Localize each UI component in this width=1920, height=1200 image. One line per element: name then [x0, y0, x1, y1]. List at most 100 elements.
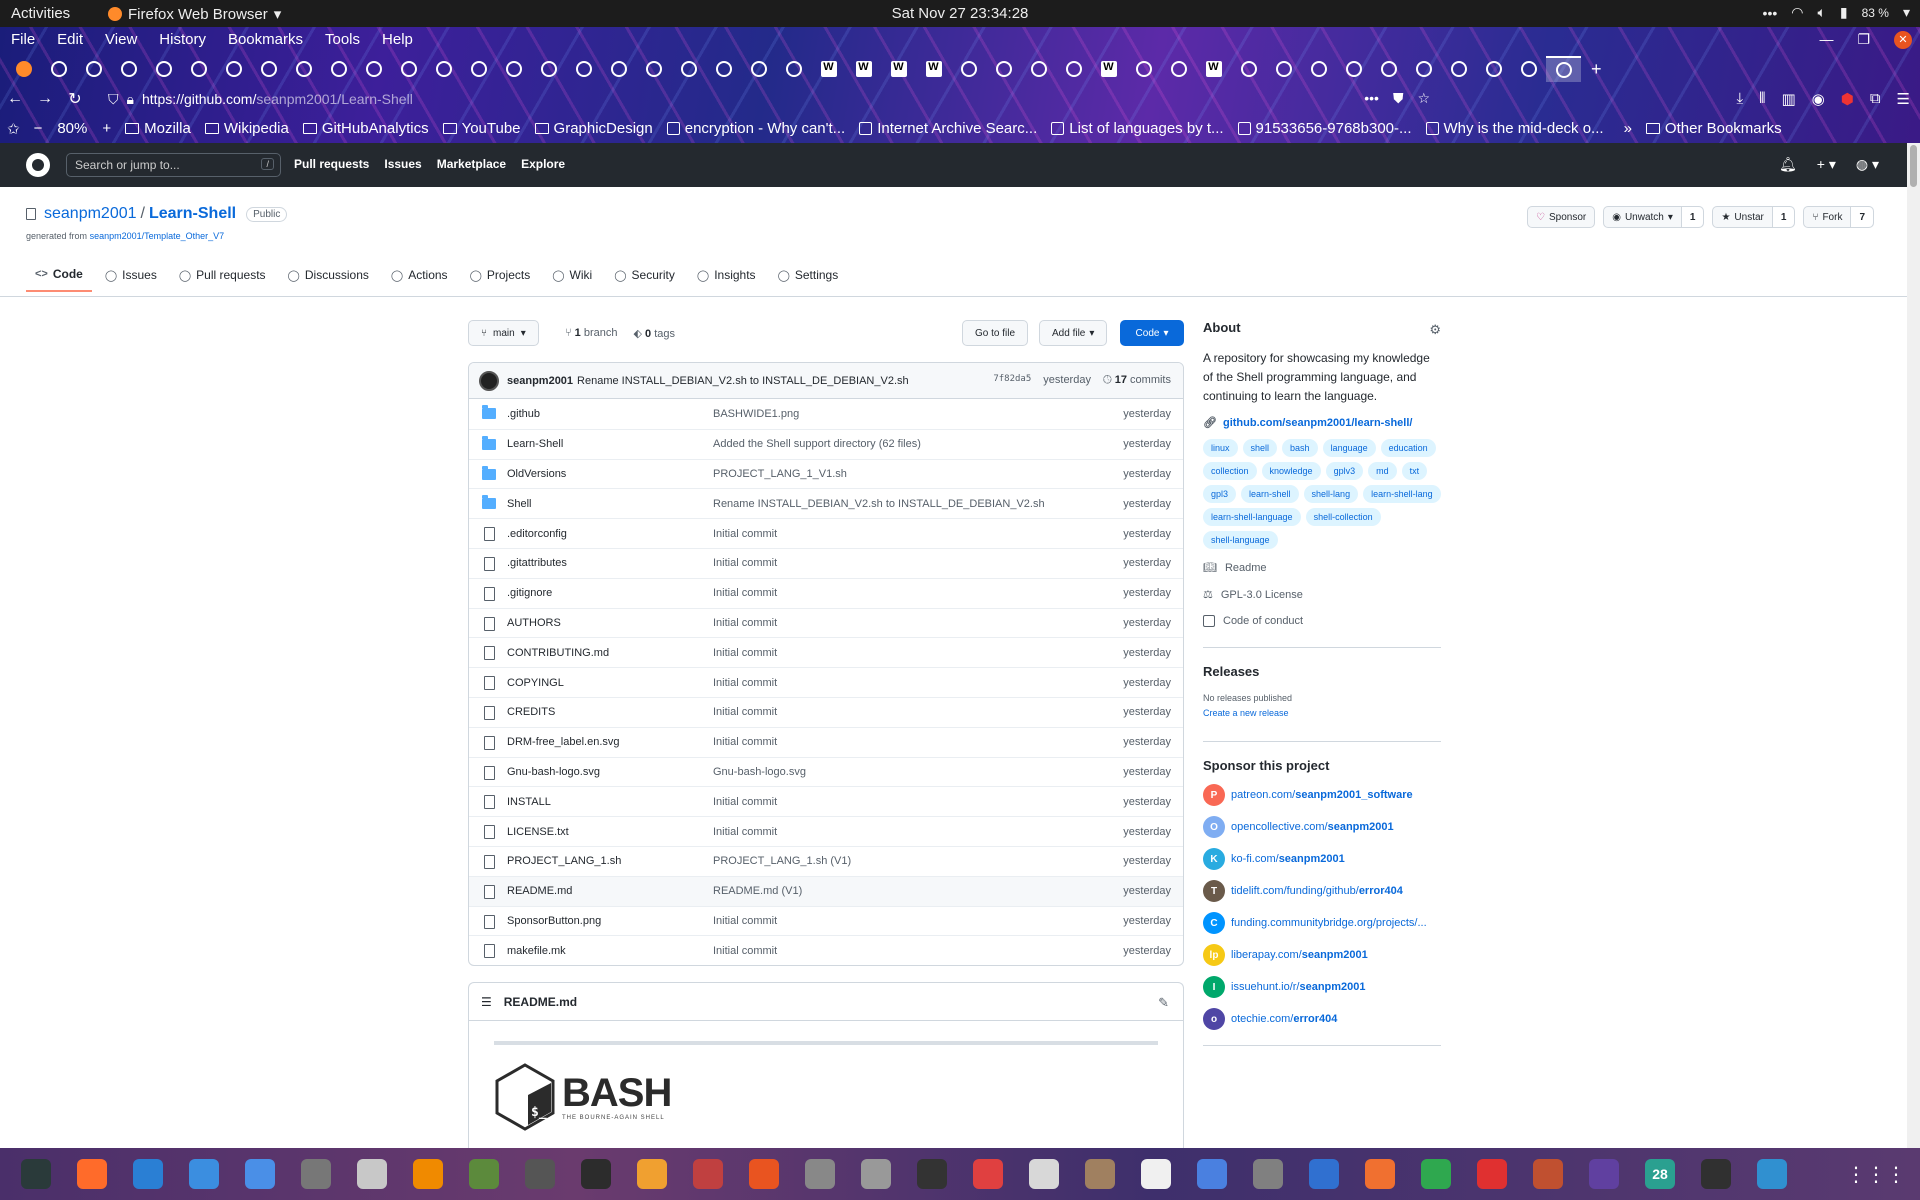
code-of-conduct-link[interactable]: Code of conduct: [1203, 615, 1441, 627]
dock-item[interactable]: [288, 1154, 344, 1194]
unstar-button[interactable]: ★ Unstar 1: [1712, 206, 1796, 228]
browser-tab[interactable]: [1301, 56, 1336, 82]
bookmark-item[interactable]: List of languages by t...: [1044, 120, 1230, 137]
bookmark-item[interactable]: YouTube: [436, 120, 528, 137]
browser-tab[interactable]: [1056, 56, 1091, 82]
bookmark-star-icon[interactable]: ✩: [0, 120, 27, 138]
topic-tag[interactable]: learn-shell: [1241, 485, 1299, 503]
dock-item[interactable]: [960, 1154, 1016, 1194]
bookmark-item[interactable]: 91533656-9768b300-...: [1231, 120, 1419, 137]
file-commit-message[interactable]: Added the Shell support directory (62 fi…: [713, 438, 921, 450]
file-commit-message[interactable]: Initial commit: [713, 736, 777, 748]
dock-item[interactable]: [1408, 1154, 1464, 1194]
dock-item[interactable]: [680, 1154, 736, 1194]
file-name[interactable]: LICENSE.txt: [507, 826, 569, 838]
browser-tab[interactable]: [426, 56, 461, 82]
file-row[interactable]: AUTHORS Initial commit yesterday: [469, 607, 1183, 638]
dock-item[interactable]: [120, 1154, 176, 1194]
browser-tab[interactable]: [1371, 56, 1406, 82]
dock-item[interactable]: [64, 1154, 120, 1194]
file-row[interactable]: .gitattributes Initial commit yesterday: [469, 547, 1183, 578]
browser-tab[interactable]: W: [916, 56, 951, 82]
tab-security[interactable]: ◯ Security: [605, 267, 684, 292]
browser-tab[interactable]: W: [1196, 56, 1231, 82]
dock-item[interactable]: [568, 1154, 624, 1194]
tab-projects[interactable]: ◯ Projects: [461, 267, 540, 292]
branches-link[interactable]: ⑂ 1 branch: [565, 327, 618, 340]
browser-tab[interactable]: [1546, 56, 1581, 82]
tab-actions[interactable]: ◯ Actions: [382, 267, 457, 292]
topic-tag[interactable]: shell: [1242, 439, 1278, 457]
dock-item[interactable]: [176, 1154, 232, 1194]
sponsor-link[interactable]: Iissuehunt.io/r/seanpm2001: [1203, 971, 1441, 1003]
file-row[interactable]: LICENSE.txt Initial commit yesterday: [469, 816, 1183, 846]
dock-item[interactable]: [232, 1154, 288, 1194]
topic-tag[interactable]: knowledge: [1261, 462, 1321, 480]
dock-item[interactable]: [736, 1154, 792, 1194]
url-bar[interactable]: ⛉ 🔒︎ https://github.com/seanpm2001/Learn…: [98, 87, 1438, 111]
dock-item[interactable]: [1576, 1154, 1632, 1194]
menu-view[interactable]: View: [94, 27, 148, 54]
dock-item[interactable]: [1128, 1154, 1184, 1194]
sponsor-button[interactable]: ♡ Sponsor: [1527, 206, 1596, 228]
edit-pencil-icon[interactable]: ✎: [1158, 995, 1169, 1011]
gear-icon[interactable]: ⚙: [1429, 322, 1441, 338]
browser-tab[interactable]: [1336, 56, 1371, 82]
file-name[interactable]: SponsorButton.png: [507, 915, 601, 927]
bookmark-item[interactable]: GraphicDesign: [528, 120, 660, 137]
new-tab-icon[interactable]: +: [1591, 59, 1602, 80]
browser-tab[interactable]: [251, 56, 286, 82]
license-link[interactable]: ⚖ GPL-3.0 License: [1203, 588, 1441, 602]
show-apps-icon[interactable]: ⋮⋮⋮: [1846, 1162, 1906, 1187]
file-commit-message[interactable]: Initial commit: [713, 587, 777, 599]
account-icon[interactable]: ◉: [1812, 90, 1825, 108]
browser-tab[interactable]: [1161, 56, 1196, 82]
readme-link[interactable]: 📖︎ Readme: [1203, 561, 1441, 575]
menu-file[interactable]: File: [0, 27, 46, 54]
browser-tab[interactable]: [1021, 56, 1056, 82]
tab-pull-requests[interactable]: ◯ Pull requests: [170, 267, 275, 292]
repo-name-link[interactable]: Learn-Shell: [149, 205, 236, 223]
other-bookmarks[interactable]: Other Bookmarks: [1639, 120, 1789, 137]
pocket-icon[interactable]: ⛊: [1393, 90, 1404, 107]
bookmark-item[interactable]: GitHubAnalytics: [296, 120, 436, 137]
dock-item[interactable]: [1072, 1154, 1128, 1194]
commit-message[interactable]: Rename INSTALL_DEBIAN_V2.sh to INSTALL_D…: [577, 375, 909, 387]
bookmarks-overflow-icon[interactable]: »: [1617, 120, 1639, 137]
browser-tab[interactable]: [391, 56, 426, 82]
bookmark-item[interactable]: Mozilla: [118, 120, 198, 137]
topic-tag[interactable]: txt: [1401, 462, 1428, 480]
file-name[interactable]: .gitattributes: [507, 557, 567, 569]
file-name[interactable]: Shell: [507, 498, 531, 510]
file-name[interactable]: COPYINGL: [507, 677, 564, 689]
dock-item[interactable]: [1464, 1154, 1520, 1194]
dock-item[interactable]: [1184, 1154, 1240, 1194]
forward-icon[interactable]: →: [30, 90, 60, 108]
file-commit-message[interactable]: Initial commit: [713, 945, 777, 957]
topic-tag[interactable]: learn-shell-language: [1203, 508, 1301, 526]
file-row[interactable]: .editorconfig Initial commit yesterday: [469, 518, 1183, 548]
file-name[interactable]: PROJECT_LANG_1.sh: [507, 855, 621, 867]
file-row[interactable]: .gitignore Initial commit yesterday: [469, 577, 1183, 608]
sponsor-link[interactable]: Kko-fi.com/seanpm2001: [1203, 843, 1441, 875]
file-commit-message[interactable]: Initial commit: [713, 557, 777, 569]
file-commit-message[interactable]: Rename INSTALL_DEBIAN_V2.sh to INSTALL_D…: [713, 498, 1045, 510]
restore-icon[interactable]: ❐: [1857, 31, 1870, 49]
file-row[interactable]: INSTALL Initial commit yesterday: [469, 786, 1183, 816]
topic-tag[interactable]: education: [1380, 439, 1436, 457]
tab-settings[interactable]: ◯ Settings: [769, 267, 848, 292]
browser-tab[interactable]: [286, 56, 321, 82]
topic-tag[interactable]: bash: [1282, 439, 1318, 457]
sidebar-icon[interactable]: ▥: [1781, 90, 1795, 108]
clock[interactable]: Sat Nov 27 23:34:28: [0, 5, 1920, 22]
browser-tab[interactable]: [671, 56, 706, 82]
file-name[interactable]: README.md: [507, 885, 572, 897]
browser-tab[interactable]: [531, 56, 566, 82]
go-to-file-button[interactable]: Go to file: [962, 320, 1029, 346]
search-input[interactable]: Search or jump to... /: [66, 153, 281, 177]
file-row[interactable]: SponsorButton.png Initial commit yesterday: [469, 905, 1183, 936]
file-name[interactable]: makefile.mk: [507, 945, 566, 957]
topic-tag[interactable]: shell-lang: [1303, 485, 1359, 503]
library-icon[interactable]: ⫴: [1759, 90, 1765, 108]
file-commit-message[interactable]: Initial commit: [713, 647, 777, 659]
